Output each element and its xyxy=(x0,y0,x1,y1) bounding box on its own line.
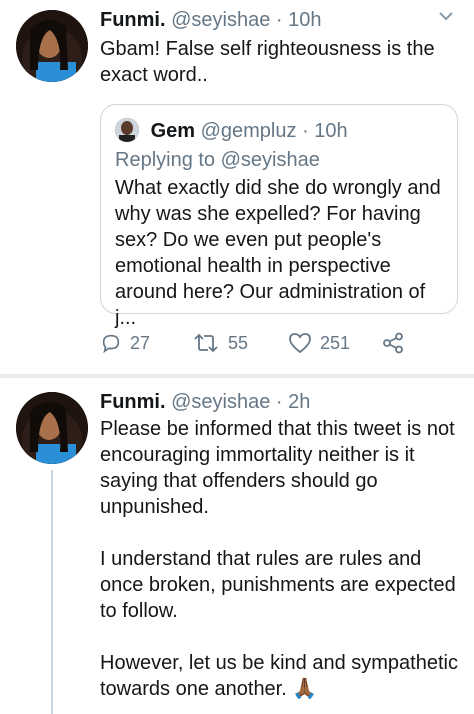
reply-button[interactable]: 27 xyxy=(100,328,150,358)
thread-line xyxy=(51,470,53,714)
like-count: 251 xyxy=(320,333,351,353)
quoted-author-handle: @gempluz xyxy=(200,120,297,142)
avatar[interactable] xyxy=(16,10,88,82)
separator-dot: · xyxy=(275,391,283,413)
tweet-actions: 27 55 251 xyxy=(100,328,430,358)
profile-photo xyxy=(16,10,88,82)
quoted-tweet-header: Gem @gempluz · 10h xyxy=(115,117,348,145)
share-nodes-icon xyxy=(383,332,403,354)
retweet-arrows-icon xyxy=(194,333,218,353)
tweet-paragraph: I understand that rules are rules and on… xyxy=(100,548,456,622)
separator-dot: · xyxy=(275,9,283,31)
avatar[interactable] xyxy=(16,392,88,464)
tweet-text: Gbam! False self righteousness is the ex… xyxy=(100,38,435,86)
tweet-paragraph: Please be informed that this tweet is no… xyxy=(100,418,455,518)
author-handle[interactable]: @seyishae xyxy=(171,391,270,413)
separator-dot: · xyxy=(302,120,309,142)
timestamp[interactable]: 2h xyxy=(288,391,310,413)
tweet-text: Please be informed that this tweet is no… xyxy=(100,416,460,702)
timestamp[interactable]: 10h xyxy=(288,9,321,31)
author-handle[interactable]: @seyishae xyxy=(171,9,270,31)
retweet-count: 55 xyxy=(228,333,249,353)
tweet-header: Funmi. @seyishae · 10h xyxy=(100,6,322,34)
heart-icon xyxy=(289,333,311,354)
retweet-button[interactable]: 55 xyxy=(192,328,248,358)
author-name[interactable]: Funmi. xyxy=(100,9,166,31)
speech-bubble-icon xyxy=(102,334,120,354)
quoted-tweet[interactable]: Gem @gempluz · 10h Replying to @seyishae… xyxy=(100,104,458,329)
quoted-avatar xyxy=(115,118,139,142)
tweet-header: Funmi. @seyishae · 2h xyxy=(100,388,310,416)
quoted-author-name: Gem xyxy=(150,120,196,142)
quoted-timestamp: 10h xyxy=(314,120,348,142)
profile-photo xyxy=(16,392,88,464)
like-button[interactable]: 251 xyxy=(288,328,350,358)
replying-to-label: Replying to xyxy=(115,149,216,171)
author-name[interactable]: Funmi. xyxy=(100,391,166,413)
tweet-1[interactable]: Funmi. @seyishae · 10h Gbam! False self … xyxy=(0,0,474,374)
chevron-down-icon[interactable] xyxy=(438,8,454,24)
tweet-2[interactable]: Funmi. @seyishae · 2h Please be informed… xyxy=(0,378,474,714)
replying-to: Replying to @seyishae xyxy=(115,147,320,173)
quoted-tweet-text: What exactly did she do wrongly and why … xyxy=(115,177,441,329)
replying-to-mention[interactable]: @seyishae xyxy=(221,149,320,171)
reply-count: 27 xyxy=(130,333,151,353)
tweet-paragraph: However, let us be kind and sympathetic … xyxy=(100,652,458,700)
share-button[interactable] xyxy=(382,328,412,358)
